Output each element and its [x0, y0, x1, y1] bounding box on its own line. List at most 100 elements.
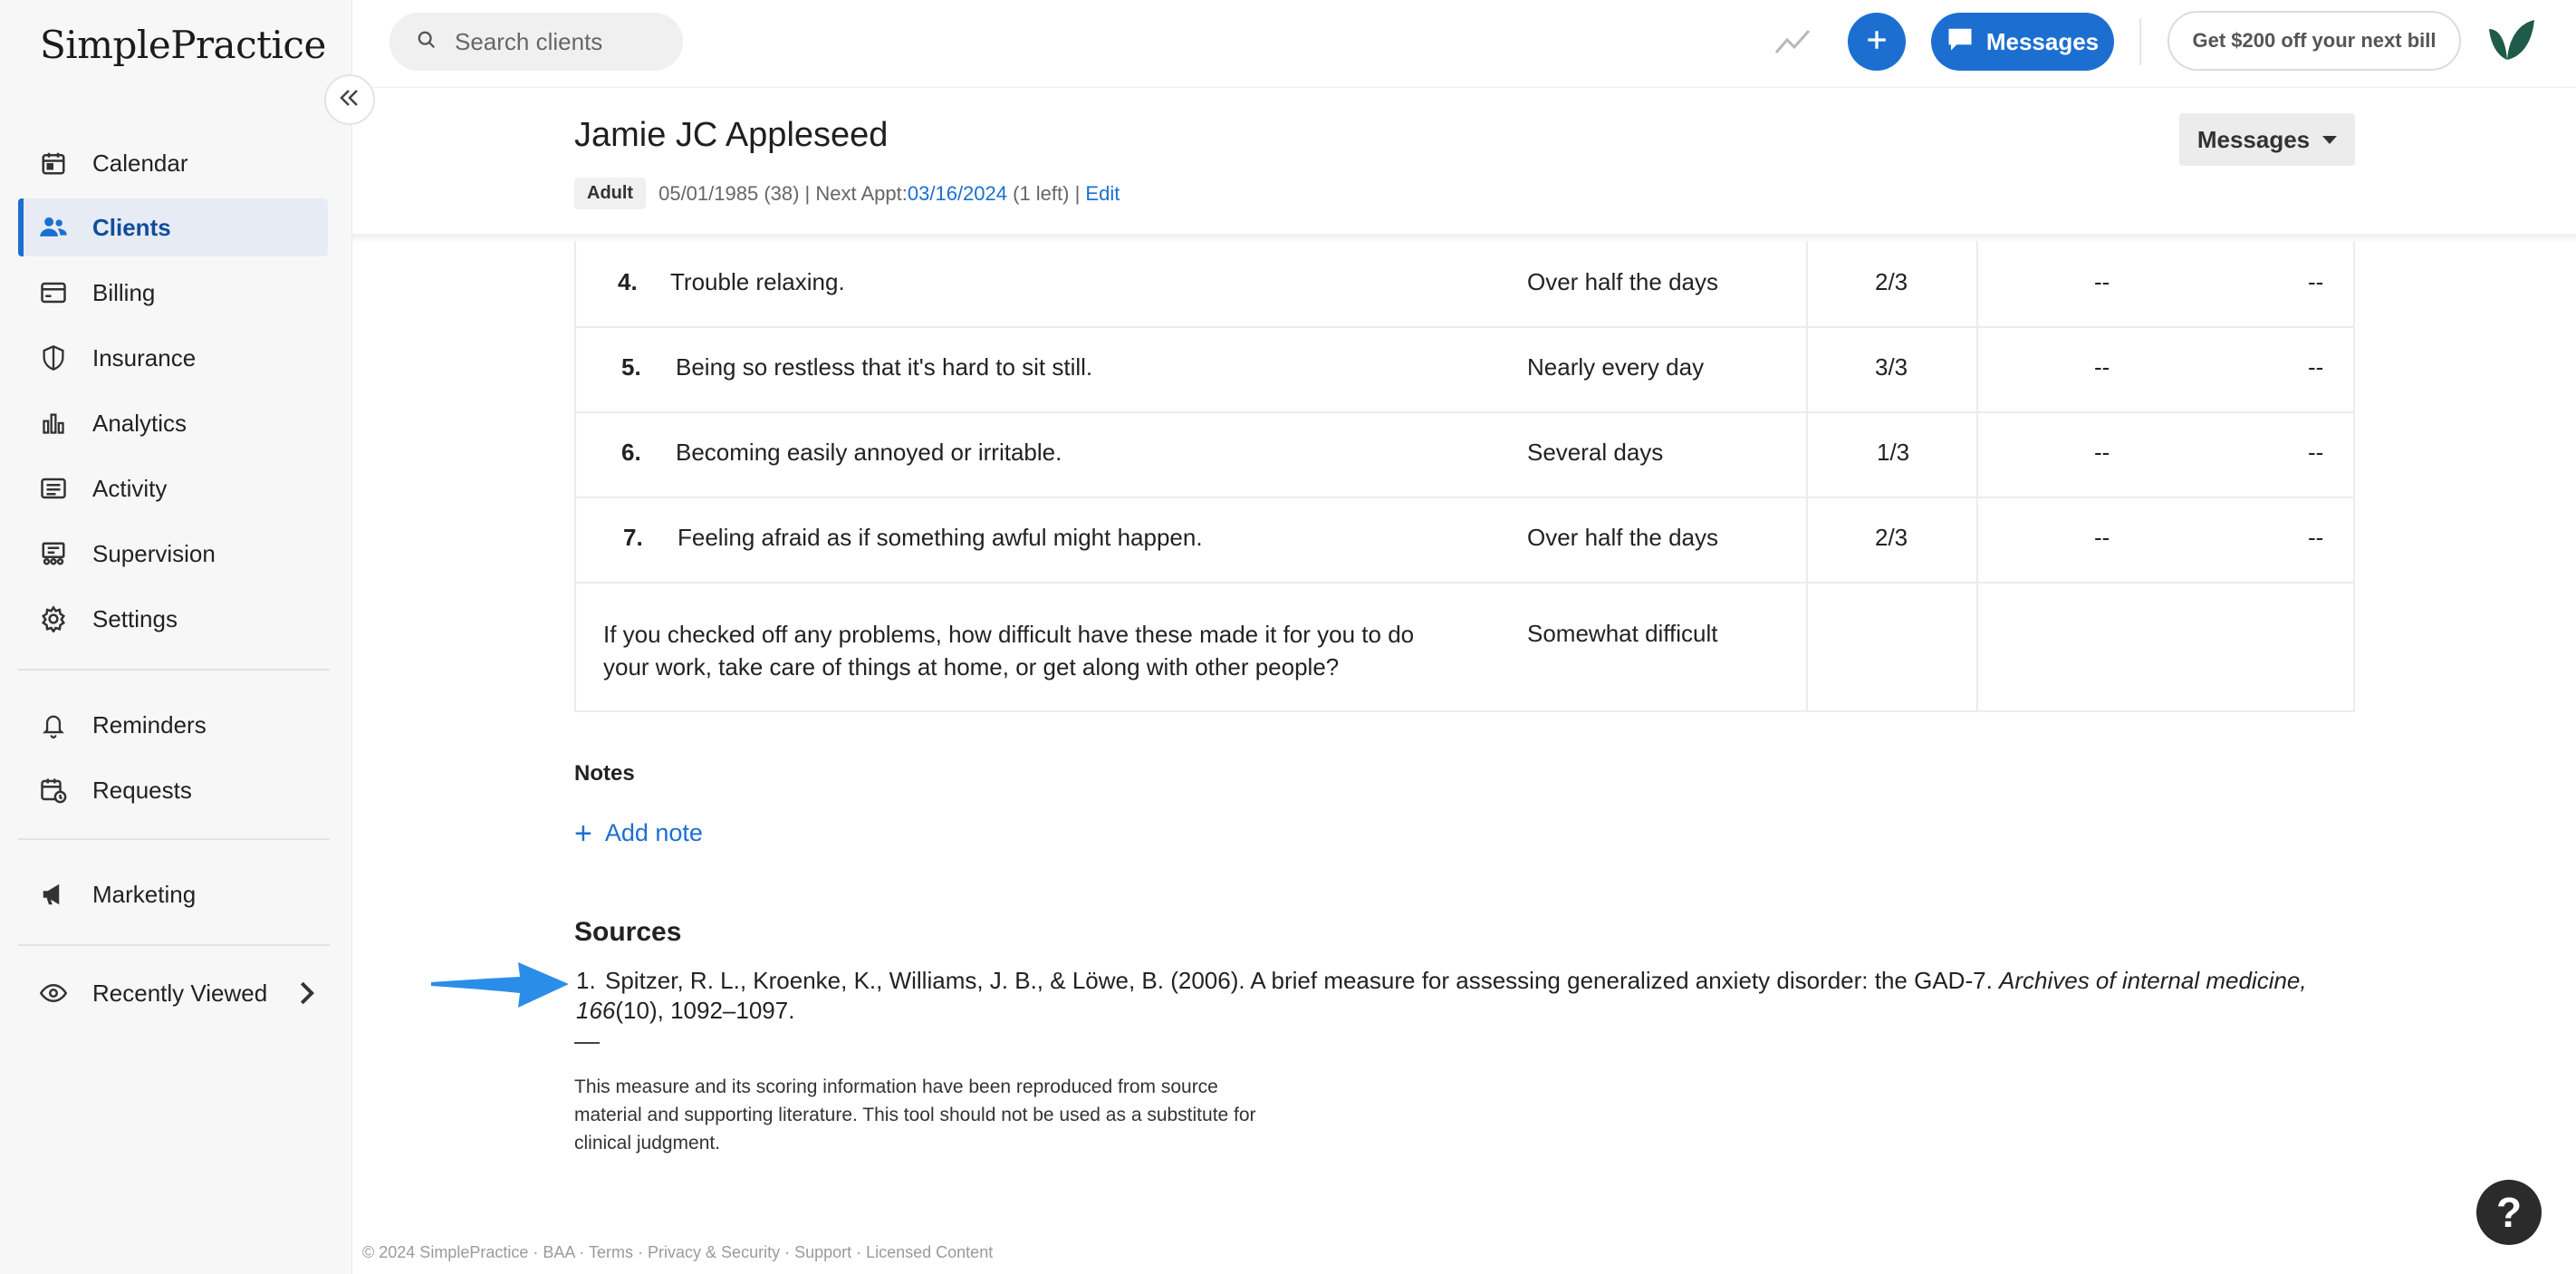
sidebar-item-label: Reminders	[92, 710, 207, 738]
notes-heading: Notes	[574, 761, 635, 786]
table-row: 4. Trouble relaxing. Over half the days …	[576, 241, 2353, 328]
messages-button[interactable]: Messages	[1931, 13, 2114, 71]
sidebar-item-label: Insurance	[92, 343, 197, 372]
sidebar-item-analytics[interactable]: Analytics	[18, 394, 328, 452]
sidebar-item-activity[interactable]: Activity	[18, 459, 328, 517]
prior-score: --	[2094, 268, 2110, 295]
sidebar-divider	[18, 669, 330, 671]
sidebar-item-billing[interactable]: Billing	[18, 264, 328, 322]
assessment-table: 4. Trouble relaxing. Over half the days …	[574, 241, 2355, 712]
next-appt-link[interactable]: 03/16/2024	[908, 182, 1007, 206]
sidebar-item-settings[interactable]: Settings	[18, 590, 328, 648]
topbar-separator	[2139, 18, 2141, 65]
question-number: 7.	[623, 524, 643, 551]
calendar-icon	[38, 148, 69, 179]
search-bar[interactable]	[389, 13, 683, 71]
client-name: Jamie JC Appleseed	[574, 116, 889, 154]
separator-dash	[574, 1042, 600, 1044]
prior-score: --	[2308, 524, 2324, 551]
difficulty-answer: Somewhat difficult	[1527, 620, 1718, 647]
shield-icon	[38, 343, 69, 373]
score-value: 3/3	[1875, 353, 1908, 381]
sidebar-item-requests[interactable]: Requests	[18, 761, 328, 819]
megaphone-icon	[38, 879, 69, 910]
search-input[interactable]	[453, 26, 674, 57]
promo-button[interactable]: Get $200 off your next bill	[2167, 11, 2461, 71]
prior-score: --	[2094, 353, 2110, 381]
sidebar-item-marketing[interactable]: Marketing	[18, 865, 328, 923]
bell-icon	[38, 709, 69, 740]
sidebar-item-label: Analytics	[92, 409, 187, 437]
brand-leaf-icon[interactable]	[2485, 16, 2536, 70]
sidebar-item-calendar[interactable]: Calendar	[18, 134, 328, 192]
messages-dropdown-label: Messages	[2196, 125, 2311, 153]
pointer-arrow-icon	[429, 955, 571, 1018]
score-value: 1/3	[1877, 439, 1910, 466]
sidebar-item-label: Clients	[92, 213, 171, 241]
prior-score: --	[2308, 268, 2324, 295]
sidebar-item-label: Marketing	[92, 880, 197, 908]
question-number: 5.	[621, 353, 641, 381]
question-text: Feeling afraid as if something awful mig…	[678, 524, 1203, 551]
question-text: Becoming easily annoyed or irritable.	[676, 439, 1062, 466]
score-value: 2/3	[1875, 524, 1908, 551]
footer-links[interactable]: © 2024 SimplePractice · BAA · Terms · Pr…	[362, 1243, 993, 1262]
sidebar-item-label: Recently Viewed	[92, 979, 268, 1007]
topbar-border	[351, 87, 2576, 88]
source-citation: 1. Spitzer, R. L., Kroenke, K., Williams,…	[576, 966, 2333, 1026]
question-number: 6.	[621, 439, 641, 466]
app-logo[interactable]: SimplePractice	[40, 22, 326, 69]
citation-text: Spitzer, R. L., Kroenke, K., Williams, J…	[605, 967, 2000, 994]
citation-index: 1.	[576, 967, 596, 994]
bar-chart-icon	[38, 408, 69, 439]
sidebar-item-label: Requests	[92, 776, 192, 804]
credit-card-icon	[38, 277, 69, 308]
client-type-badge: Adult	[574, 178, 647, 209]
answer-text: Over half the days	[1527, 524, 1718, 551]
appt-remaining: (1 left) |	[1007, 181, 1086, 205]
clients-icon	[38, 212, 69, 243]
score-value: 2/3	[1875, 268, 1908, 295]
prior-score: --	[2308, 353, 2324, 381]
add-note-label: Add note	[604, 819, 703, 846]
messages-dropdown[interactable]: Messages	[2179, 113, 2355, 166]
help-button[interactable]: ?	[2476, 1180, 2542, 1245]
citation-issue: (10), 1092–1097.	[615, 997, 795, 1024]
add-note-button[interactable]: + Add note	[574, 816, 703, 851]
sidebar-item-insurance[interactable]: Insurance	[18, 329, 328, 387]
sources-heading: Sources	[574, 917, 682, 947]
chat-bubble-icon	[1946, 26, 1986, 58]
question-text: Being so restless that it's hard to sit …	[676, 353, 1093, 381]
plus-icon: +	[574, 816, 592, 851]
table-row: 5. Being so restless that it's hard to s…	[576, 326, 2353, 413]
search-icon	[417, 30, 437, 54]
supervision-icon	[38, 538, 69, 569]
collapse-sidebar-button[interactable]	[324, 74, 375, 125]
edit-client-link[interactable]: Edit	[1085, 182, 1120, 206]
sidebar-item-supervision[interactable]: Supervision	[18, 525, 328, 583]
add-button[interactable]	[1848, 13, 1906, 71]
question-text: Trouble relaxing.	[670, 268, 845, 295]
sidebar-item-recently-viewed[interactable]: Recently Viewed	[18, 964, 328, 1022]
eye-icon	[38, 978, 69, 1009]
sidebar-item-clients[interactable]: Clients	[18, 198, 328, 256]
sidebar-item-label: Calendar	[92, 149, 188, 177]
trend-icon[interactable]	[1773, 25, 1812, 63]
gear-icon	[38, 603, 69, 634]
sidebar-divider	[18, 944, 330, 946]
caret-down-icon	[2322, 135, 2338, 144]
calendar-clock-icon	[38, 775, 69, 806]
sidebar-item-label: Activity	[92, 474, 168, 502]
prior-score: --	[2308, 439, 2324, 466]
table-row: 7. Feeling afraid as if something awful …	[576, 497, 2353, 584]
answer-text: Over half the days	[1527, 268, 1718, 295]
client-dob: 05/01/1985 (38) | Next Appt:	[658, 181, 908, 205]
list-icon	[38, 473, 69, 504]
question-mark-icon: ?	[2495, 1189, 2523, 1236]
sidebar-divider	[18, 838, 330, 840]
sidebar-item-reminders[interactable]: Reminders	[18, 696, 328, 754]
sidebar: SimplePractice Calendar Clients Billing …	[0, 0, 352, 1274]
sidebar-item-label: Supervision	[92, 539, 216, 567]
messages-button-label: Messages	[1985, 27, 2100, 55]
sidebar-item-label: Settings	[92, 604, 178, 632]
